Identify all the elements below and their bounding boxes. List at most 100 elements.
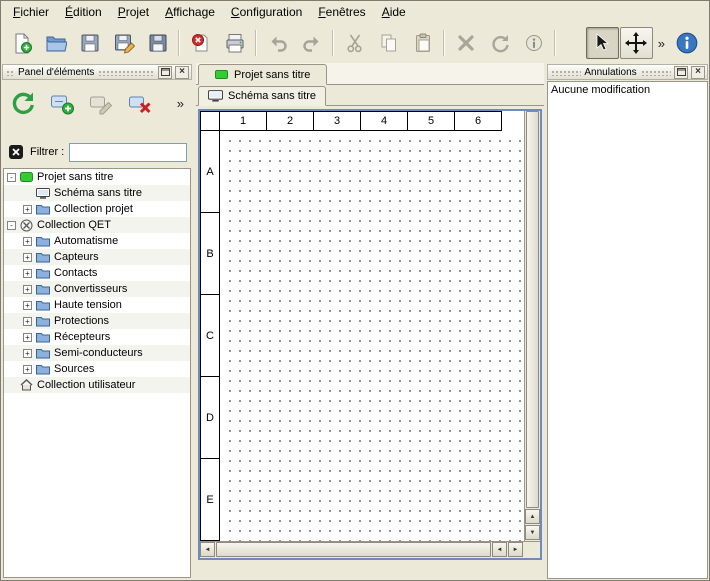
- filter-input[interactable]: [69, 143, 187, 162]
- paste-button[interactable]: [406, 27, 439, 59]
- elements-panel-title-bar[interactable]: Panel d'éléments ×: [2, 64, 192, 80]
- scroll-down-button[interactable]: ▼: [525, 525, 540, 540]
- expand-icon[interactable]: +: [23, 333, 32, 342]
- rotate-icon: [489, 32, 511, 54]
- schema-view: 1 2 3 4 5 6 A B C D E: [198, 109, 542, 560]
- filter-row: Filtrer :: [2, 140, 192, 164]
- toolbar-overflow-button[interactable]: »: [654, 36, 669, 51]
- expand-icon[interactable]: +: [23, 317, 32, 326]
- schema-canvas[interactable]: [221, 132, 524, 541]
- filter-label: Filtrer :: [30, 146, 64, 158]
- tree-item-collection-projet[interactable]: + Collection projet: [4, 201, 190, 217]
- vertical-scrollbar-thumb[interactable]: [526, 111, 539, 508]
- schema-tab[interactable]: Schéma sans titre: [198, 86, 326, 106]
- project-tab[interactable]: Projet sans titre: [198, 64, 327, 85]
- tree-item-recepteurs[interactable]: + Récepteurs: [4, 329, 190, 345]
- tree-item-convertisseurs[interactable]: + Convertisseurs: [4, 281, 190, 297]
- edit-element-button[interactable]: [84, 85, 118, 121]
- print-button[interactable]: [218, 27, 251, 59]
- menu-aide[interactable]: Aide: [374, 2, 414, 22]
- scroll-up-button[interactable]: ▲: [525, 509, 540, 524]
- scroll-left-button[interactable]: ◄: [200, 542, 215, 557]
- tree-item-haute-tension[interactable]: + Haute tension: [4, 297, 190, 313]
- tree-item-schema-sans-titre[interactable]: Schéma sans titre: [4, 185, 190, 201]
- delete-element-button[interactable]: [123, 85, 157, 121]
- redo-button[interactable]: [295, 27, 328, 59]
- dock-grip: [640, 69, 671, 76]
- close-panel-button[interactable]: ×: [175, 66, 189, 79]
- elements-panel: Panel d'éléments ×: [1, 63, 193, 580]
- scrollbar-corner: [524, 542, 540, 558]
- expand-icon[interactable]: +: [23, 237, 32, 246]
- tree-item-contacts[interactable]: + Contacts: [4, 265, 190, 281]
- copy-button[interactable]: [372, 27, 405, 59]
- tree-item-projet-sans-titre[interactable]: - Projet sans titre: [4, 169, 190, 185]
- vertical-scrollbar[interactable]: ▲ ▼: [524, 111, 540, 541]
- new-element-button[interactable]: [45, 85, 79, 121]
- copy-icon: [378, 32, 400, 54]
- new-file-button[interactable]: [5, 27, 38, 59]
- menu-fichier[interactable]: Fichier: [5, 2, 57, 22]
- expand-icon[interactable]: +: [23, 365, 32, 374]
- expand-icon[interactable]: +: [23, 349, 32, 358]
- float-panel-button[interactable]: [158, 66, 172, 79]
- select-pointer-button[interactable]: [586, 27, 619, 59]
- tree-item-capteurs[interactable]: + Capteurs: [4, 249, 190, 265]
- element-info-button[interactable]: [517, 27, 550, 59]
- expand-icon[interactable]: +: [23, 205, 32, 214]
- close-file-button[interactable]: [184, 27, 217, 59]
- expand-icon[interactable]: +: [23, 269, 32, 278]
- menu-affichage[interactable]: Affichage: [157, 2, 223, 22]
- delete-button[interactable]: [449, 27, 482, 59]
- save-button[interactable]: [73, 27, 106, 59]
- menu-configuration[interactable]: Configuration: [223, 2, 310, 22]
- scroll-right-button[interactable]: ►: [508, 542, 523, 557]
- menu-edition[interactable]: Édition: [57, 2, 110, 22]
- tree-item-protections[interactable]: + Protections: [4, 313, 190, 329]
- float-icon: [677, 68, 686, 76]
- tree-item-label: Collection QET: [37, 219, 111, 231]
- move-view-button[interactable]: [620, 27, 653, 59]
- ruler-row-label: E: [200, 459, 220, 541]
- open-file-icon: [45, 32, 67, 54]
- float-icon: [161, 68, 170, 76]
- ruler-row-label: D: [200, 377, 220, 459]
- expand-icon[interactable]: +: [23, 253, 32, 262]
- about-icon: [675, 31, 699, 55]
- scroll-left-button[interactable]: ◄: [492, 542, 507, 557]
- folder-icon: [36, 204, 50, 215]
- clear-filter-button[interactable]: [7, 143, 25, 161]
- ruler-column-label: 3: [314, 111, 361, 131]
- tree-item-semi-conducteurs[interactable]: + Semi-conducteurs: [4, 345, 190, 361]
- menu-projet[interactable]: Projet: [110, 2, 157, 22]
- expand-icon[interactable]: +: [23, 301, 32, 310]
- elements-toolbar-overflow-button[interactable]: »: [173, 96, 188, 111]
- reload-collections-button[interactable]: [6, 85, 40, 121]
- save-all-button[interactable]: [141, 27, 174, 59]
- menu-fenetres[interactable]: Fenêtres: [310, 2, 373, 22]
- horizontal-scrollbar[interactable]: ◄ ◄ ►: [200, 542, 524, 558]
- rotate-button[interactable]: [483, 27, 516, 59]
- about-button[interactable]: [670, 27, 703, 59]
- tree-item-label: Capteurs: [54, 251, 99, 263]
- expand-icon[interactable]: +: [23, 285, 32, 294]
- folder-icon: [36, 364, 50, 375]
- close-panel-button[interactable]: ×: [691, 66, 705, 79]
- undo-history-list[interactable]: Aucune modification: [547, 81, 708, 579]
- tree-item-collection-qet[interactable]: - Collection QET: [4, 217, 190, 233]
- float-panel-button[interactable]: [674, 66, 688, 79]
- tree-item-automatisme[interactable]: + Automatisme: [4, 233, 190, 249]
- open-file-button[interactable]: [39, 27, 72, 59]
- folder-icon: [36, 252, 50, 263]
- tree-item-sources[interactable]: + Sources: [4, 361, 190, 377]
- ruler-corner: [200, 111, 220, 131]
- horizontal-scrollbar-thumb[interactable]: [216, 542, 491, 557]
- save-as-button[interactable]: [107, 27, 140, 59]
- collapse-icon[interactable]: -: [7, 173, 16, 182]
- undo-panel-title-bar[interactable]: Annulations ×: [547, 64, 708, 80]
- paste-icon: [412, 32, 434, 54]
- tree-item-collection-utilisateur[interactable]: Collection utilisateur: [4, 377, 190, 393]
- undo-button[interactable]: [261, 27, 294, 59]
- collapse-icon[interactable]: -: [7, 221, 16, 230]
- cut-button[interactable]: [338, 27, 371, 59]
